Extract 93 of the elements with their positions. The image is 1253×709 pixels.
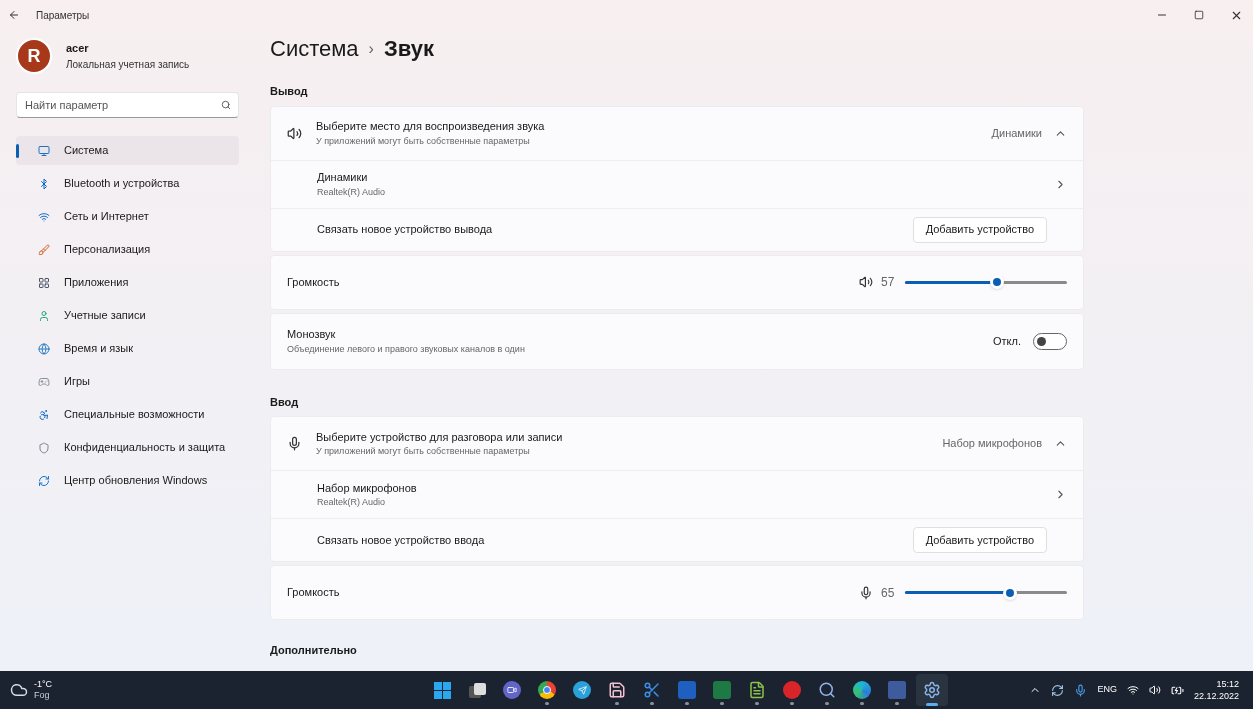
add-device-button[interactable]: Добавить устройство xyxy=(912,527,1047,553)
user-icon xyxy=(38,309,50,322)
clock-date: 22.12.2022 xyxy=(1193,690,1239,702)
section-heading: Ввод xyxy=(270,394,300,410)
device-driver: Realtek(R) Audio xyxy=(317,496,387,509)
section-heading: Дополнительно xyxy=(270,643,358,658)
nav-item[interactable]: Время и язык xyxy=(16,334,239,363)
ide-icon xyxy=(888,681,906,699)
volume-slider[interactable] xyxy=(905,585,1067,600)
nav-item[interactable]: Bluetooth и устройства xyxy=(16,169,239,198)
device-group-header[interactable]: Выберите место для воспроизведения звука У приложений могут быть собственные параметры Динамики xyxy=(271,106,1083,161)
taskbar-app-button[interactable] xyxy=(916,674,948,706)
bluetooth-icon xyxy=(38,177,50,190)
spreadsheet-icon xyxy=(713,681,731,699)
settings-icon xyxy=(923,681,941,699)
language-indicator[interactable]: ENG xyxy=(1097,683,1117,697)
setting-description: Объединение левого и правого звуковых каналов в один xyxy=(287,342,526,356)
clock-time: 15:12 xyxy=(1216,678,1239,690)
device-row[interactable]: Динамики Realtek(R) Audio xyxy=(271,160,1083,209)
search-icon xyxy=(221,100,231,110)
monitor-icon xyxy=(38,144,50,157)
video-chat-icon xyxy=(503,681,521,699)
windows-logo-icon xyxy=(433,681,451,699)
microphone-icon xyxy=(859,585,873,600)
weather-temperature: -1°C xyxy=(34,679,53,690)
setting-title: Монозвук xyxy=(287,327,337,342)
weather-condition: Fog xyxy=(34,690,51,701)
avatar: R xyxy=(16,38,52,74)
volume-slider[interactable] xyxy=(905,275,1067,289)
nav-item[interactable]: Приложения xyxy=(16,268,239,297)
nav-item[interactable]: Система xyxy=(16,136,239,165)
volume-reading: 65 xyxy=(881,584,896,602)
device-group-header[interactable]: Выберите устройство для разговора или записи У приложений могут быть собственные параметры Набор микрофонов xyxy=(271,417,1083,471)
breadcrumb-separator: › xyxy=(368,38,374,59)
page-title: Звук xyxy=(383,35,434,63)
setting-description: У приложений могут быть собственные параметры xyxy=(316,134,531,148)
device-name: Динамики xyxy=(317,170,369,185)
nav-item[interactable]: Персонализация xyxy=(16,235,239,264)
globe-clock-icon xyxy=(38,342,50,355)
toggle-state-label: Откл. xyxy=(993,333,1021,349)
device-driver: Realtek(R) Audio xyxy=(317,185,387,199)
task-view-icon xyxy=(468,682,486,698)
gamepad-icon xyxy=(38,375,50,388)
nav-item[interactable]: Учетные записи xyxy=(16,301,239,330)
nav-item[interactable]: Центр обновления Windows xyxy=(16,466,239,495)
setting-title: Громкость xyxy=(287,585,341,601)
clock[interactable]: 15:12 22.12.2022 xyxy=(1193,678,1239,702)
speaker-icon xyxy=(859,275,873,289)
back-arrow-icon[interactable] xyxy=(8,9,20,21)
refresh-icon xyxy=(38,474,50,487)
scissors-icon xyxy=(643,681,661,699)
magnifier-icon xyxy=(818,681,836,699)
pair-device-label: Связать новое устройство вывода xyxy=(317,222,494,238)
section-heading: Вывод xyxy=(270,84,309,99)
setting-title: Выберите устройство для разговора или записи xyxy=(316,429,564,445)
browser-swirl-icon xyxy=(853,681,871,699)
brush-icon xyxy=(38,243,50,256)
sync-icon[interactable] xyxy=(1051,683,1065,697)
microphone-icon xyxy=(287,436,302,451)
device-name: Набор микрофонов xyxy=(317,480,418,496)
speaker-icon[interactable] xyxy=(1148,684,1161,696)
setting-title: Выберите место для воспроизведения звука xyxy=(316,119,546,134)
notepad-icon xyxy=(748,681,766,699)
device-row[interactable]: Набор микрофонов Realtek(R) Audio xyxy=(271,471,1083,519)
setting-title: Громкость xyxy=(287,274,341,290)
window-title: Параметры xyxy=(36,8,91,23)
paper-plane-icon xyxy=(573,681,591,699)
apps-grid-icon xyxy=(38,276,50,289)
document-icon xyxy=(678,681,696,699)
nav-item[interactable]: Сеть и Интернет xyxy=(16,202,239,231)
selected-device: Набор микрофонов xyxy=(942,436,1042,452)
microphone-icon[interactable] xyxy=(1074,683,1088,697)
volume-reading: 57 xyxy=(881,274,896,291)
accessibility-icon xyxy=(38,408,50,421)
pair-device-label: Связать новое устройство ввода xyxy=(317,532,486,548)
breadcrumb-parent[interactable]: Система xyxy=(270,32,359,65)
add-device-button[interactable]: Добавить устройство xyxy=(912,216,1047,243)
wifi-icon[interactable] xyxy=(1126,684,1139,696)
account-name: acer xyxy=(66,41,90,57)
shield-icon xyxy=(38,441,50,454)
speaker-icon xyxy=(287,125,302,141)
browser-icon xyxy=(538,681,556,699)
cloud-icon xyxy=(10,681,28,699)
setting-description: У приложений могут быть собственные параметры xyxy=(316,445,531,458)
nav-item[interactable]: Специальные возможности xyxy=(16,400,239,429)
account-type: Локальная учетная запись xyxy=(66,57,190,72)
maximize-icon[interactable] xyxy=(1194,10,1204,20)
selected-device: Динамики xyxy=(991,125,1042,141)
nav-item[interactable]: Конфиденциальность и защита xyxy=(16,433,239,462)
wifi-icon xyxy=(38,210,50,223)
toggle-switch[interactable] xyxy=(1033,332,1067,350)
search-field[interactable]: Найти параметр xyxy=(16,92,239,118)
nav-item[interactable]: Игры xyxy=(16,367,239,396)
